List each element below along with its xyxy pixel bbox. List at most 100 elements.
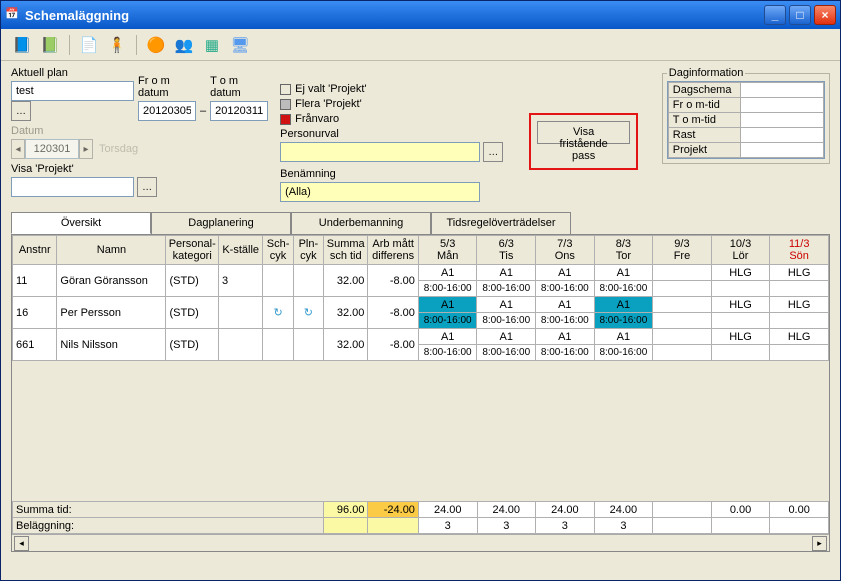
cell-day-empty[interactable] [711, 345, 770, 361]
cell-day-shift[interactable] [653, 329, 712, 345]
minimize-button[interactable]: _ [764, 5, 786, 25]
cell-day-shift[interactable]: A1 [418, 329, 477, 345]
cell-schcyk[interactable]: ↻ [263, 297, 293, 329]
cell-day-shift[interactable]: A1 [594, 329, 653, 345]
cell-summa[interactable]: 32.00 [324, 297, 368, 329]
col-header[interactable]: 10/3Lör [711, 236, 770, 265]
col-header[interactable]: 9/3Fre [653, 236, 712, 265]
cell-day-shift[interactable]: A1 [477, 329, 536, 345]
cell-day-shift[interactable]: A1 [594, 297, 653, 313]
cell-day-shift[interactable] [653, 265, 712, 281]
cell-day-shift[interactable]: A1 [477, 265, 536, 281]
cell-summa[interactable]: 32.00 [324, 265, 368, 297]
date-value[interactable] [25, 139, 79, 159]
cell-day-empty[interactable] [770, 345, 829, 361]
cell-day-empty[interactable] [653, 345, 712, 361]
daginfo-projekt-value[interactable] [740, 143, 823, 158]
cell-diff[interactable]: -8.00 [368, 329, 418, 361]
cell-plncyk[interactable]: ↻ [293, 297, 323, 329]
toolbar-btn-4[interactable]: 🧍 [106, 34, 128, 56]
cell-day-time[interactable]: 8:00-16:00 [477, 313, 536, 329]
toolbar-btn-6[interactable]: 👥 [173, 34, 195, 56]
tab-underbemanning[interactable]: Underbemanning [291, 212, 431, 234]
col-header[interactable]: Personal-kategori [166, 236, 219, 265]
cell-anstnr[interactable]: 661 [13, 329, 57, 361]
cell-pkat[interactable]: (STD) [166, 265, 219, 297]
personurval-input[interactable] [280, 142, 480, 162]
cell-day-shift[interactable]: A1 [536, 297, 595, 313]
tab-tidsregel[interactable]: Tidsregelöverträdelser [431, 212, 571, 234]
toolbar-btn-5[interactable]: 🟠 [145, 34, 167, 56]
cell-day-empty[interactable] [711, 281, 770, 297]
cell-day-shift[interactable]: A1 [536, 265, 595, 281]
cell-day-time[interactable]: 8:00-16:00 [594, 281, 653, 297]
from-date-input[interactable] [138, 101, 196, 121]
cell-day-time[interactable]: 8:00-16:00 [536, 345, 595, 361]
cell-ksta[interactable] [218, 329, 262, 361]
maximize-button[interactable]: □ [789, 5, 811, 25]
benamning-input[interactable] [280, 182, 480, 202]
col-header[interactable]: K-ställe [218, 236, 262, 265]
scroll-right[interactable]: ▸ [812, 536, 827, 551]
close-button[interactable]: × [814, 5, 836, 25]
col-header[interactable]: Sch-cyk [263, 236, 293, 265]
scroll-left[interactable]: ◂ [14, 536, 29, 551]
cell-pkat[interactable]: (STD) [166, 329, 219, 361]
date-next[interactable]: ▸ [79, 139, 93, 159]
cell-day-time[interactable]: 8:00-16:00 [477, 281, 536, 297]
cell-day-shift[interactable]: A1 [418, 297, 477, 313]
col-header[interactable]: Anstnr [13, 236, 57, 265]
cell-day-shift[interactable]: A1 [536, 329, 595, 345]
cell-day-time[interactable]: 8:00-16:00 [536, 313, 595, 329]
col-header[interactable]: Arb måttdifferens [368, 236, 418, 265]
cell-day-shift[interactable]: HLG [770, 329, 829, 345]
cell-summa[interactable]: 32.00 [324, 329, 368, 361]
cell-day-shift[interactable]: HLG [770, 297, 829, 313]
cell-day-empty[interactable] [711, 313, 770, 329]
cell-day-shift[interactable]: HLG [711, 265, 770, 281]
cell-namn[interactable]: Per Persson [57, 297, 166, 329]
cell-day-shift[interactable]: A1 [594, 265, 653, 281]
aktuell-plan-input[interactable] [11, 81, 134, 101]
horizontal-scrollbar[interactable]: ◂ ▸ [12, 534, 829, 551]
col-header[interactable]: Summasch tid [324, 236, 368, 265]
cell-plncyk[interactable] [293, 329, 323, 361]
col-header[interactable]: 8/3Tor [594, 236, 653, 265]
toolbar-btn-2[interactable]: 📗 [39, 34, 61, 56]
col-header[interactable]: 5/3Mån [418, 236, 477, 265]
tab-oversikt[interactable]: Översikt [11, 212, 151, 234]
cell-day-shift[interactable] [653, 297, 712, 313]
visa-fristaende-pass-button[interactable]: Visa fristående pass [537, 121, 629, 144]
cell-pkat[interactable]: (STD) [166, 297, 219, 329]
personurval-browse[interactable]: … [483, 142, 503, 162]
cell-schcyk[interactable] [263, 265, 293, 297]
toolbar-btn-7[interactable]: ▦ [201, 34, 223, 56]
col-header[interactable]: 11/3Sön [770, 236, 829, 265]
cell-day-time[interactable]: 8:00-16:00 [477, 345, 536, 361]
cell-namn[interactable]: Nils Nilsson [57, 329, 166, 361]
cell-anstnr[interactable]: 11 [13, 265, 57, 297]
col-header[interactable]: Pln-cyk [293, 236, 323, 265]
cell-day-shift[interactable]: A1 [477, 297, 536, 313]
cell-day-time[interactable]: 8:00-16:00 [594, 345, 653, 361]
toolbar-btn-8[interactable]: 🖥 [229, 34, 251, 56]
aktuell-plan-browse[interactable]: … [11, 101, 31, 121]
schedule-grid[interactable]: AnstnrNamnPersonal-kategoriK-ställeSch-c… [11, 234, 830, 552]
cell-day-time[interactable]: 8:00-16:00 [418, 281, 477, 297]
cell-day-shift[interactable]: HLG [711, 297, 770, 313]
toolbar-btn-1[interactable]: 📘 [11, 34, 33, 56]
cell-diff[interactable]: -8.00 [368, 297, 418, 329]
cell-day-time[interactable]: 8:00-16:00 [418, 313, 477, 329]
cell-diff[interactable]: -8.00 [368, 265, 418, 297]
cell-anstnr[interactable]: 16 [13, 297, 57, 329]
visa-projekt-browse[interactable]: … [137, 177, 157, 197]
cell-day-empty[interactable] [653, 313, 712, 329]
col-header[interactable]: 6/3Tis [477, 236, 536, 265]
cell-ksta[interactable]: 3 [218, 265, 262, 297]
cell-day-empty[interactable] [770, 281, 829, 297]
cell-day-time[interactable]: 8:00-16:00 [418, 345, 477, 361]
to-date-input[interactable] [210, 101, 268, 121]
cell-schcyk[interactable] [263, 329, 293, 361]
cell-plncyk[interactable] [293, 265, 323, 297]
col-header[interactable]: 7/3Ons [536, 236, 595, 265]
